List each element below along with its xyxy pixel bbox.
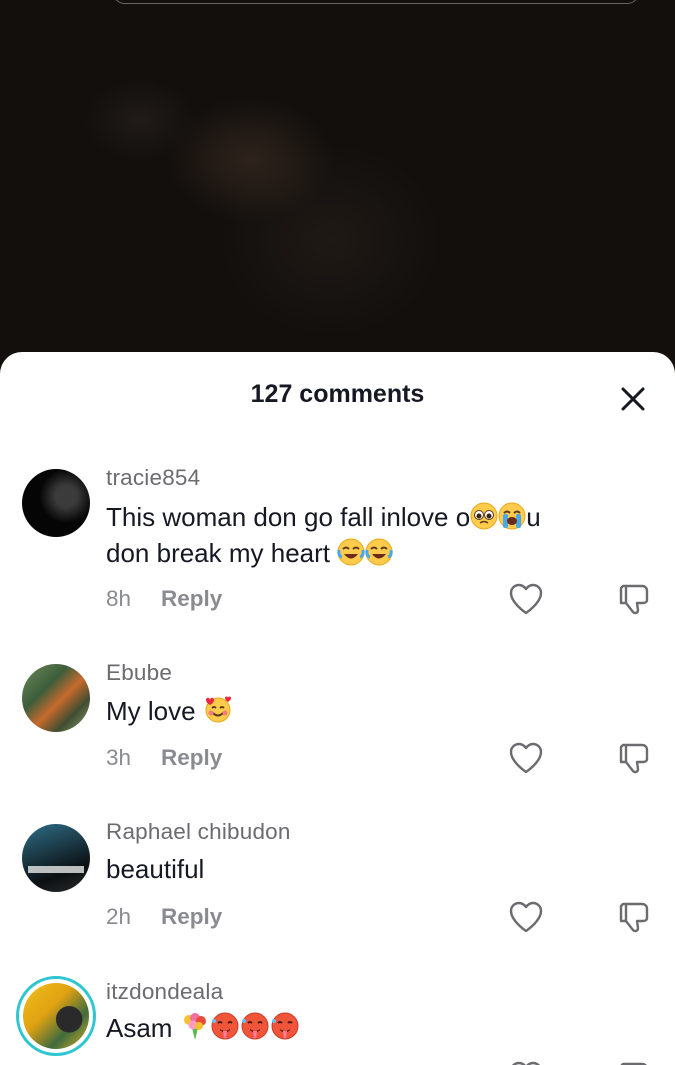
video-search-bar[interactable]	[112, 0, 640, 4]
dislike-icon[interactable]	[616, 900, 652, 934]
close-icon[interactable]	[618, 384, 648, 414]
smiling-face-with-hearts-icon	[205, 696, 231, 723]
dislike-icon[interactable]	[616, 582, 652, 616]
avatar	[23, 983, 89, 1049]
comment-meta: 3h Reply	[106, 745, 222, 771]
hot-face-icon	[211, 1012, 239, 1040]
comment-time: 3h	[106, 745, 132, 770]
comment-time: 2h	[106, 904, 132, 929]
dislike-icon[interactable]	[616, 1060, 652, 1065]
comment-meta: 2h Reply	[106, 904, 222, 930]
comment-username[interactable]: tracie854	[106, 465, 200, 491]
comment-text: This woman don go fall inlove o u don brea…	[106, 502, 541, 568]
comment-username[interactable]: itzdondeala	[106, 979, 223, 1005]
comment-text: Asam	[106, 1010, 626, 1046]
heart-icon[interactable]	[508, 900, 544, 934]
video-background	[0, 0, 675, 380]
heart-icon[interactable]	[508, 741, 544, 775]
face-with-tears-of-joy-icon	[365, 538, 393, 566]
hot-face-icon	[241, 1012, 269, 1040]
face-with-tears-of-joy-icon	[337, 538, 365, 566]
avatar[interactable]	[22, 824, 90, 892]
pleading-face-icon	[470, 502, 498, 530]
comments-count-title: 127 comments	[250, 380, 425, 408]
bouquet-icon	[183, 1013, 206, 1040]
heart-icon[interactable]	[508, 1060, 544, 1065]
hot-face-icon	[271, 1012, 299, 1040]
reply-button[interactable]: Reply	[161, 745, 222, 770]
reply-button[interactable]: Reply	[161, 586, 222, 611]
comment-time: 8h	[106, 586, 132, 611]
avatar[interactable]	[22, 469, 90, 537]
comment-text: beautiful	[106, 854, 205, 884]
comment-username[interactable]: Ebube	[106, 660, 172, 686]
avatar[interactable]	[22, 664, 90, 732]
comment-username[interactable]: Raphael chibudon	[106, 819, 291, 845]
comment-text: My love	[106, 693, 626, 729]
loudly-crying-face-icon	[498, 502, 526, 530]
avatar-story-ring[interactable]	[16, 976, 96, 1056]
heart-icon[interactable]	[508, 582, 544, 616]
comment-meta: 8h Reply	[106, 586, 222, 612]
reply-button[interactable]: Reply	[161, 904, 222, 929]
dislike-icon[interactable]	[616, 741, 652, 775]
comments-sheet: 127 comments tracie854 This woman don go…	[0, 352, 675, 1065]
comments-header: 127 comments	[0, 352, 675, 436]
